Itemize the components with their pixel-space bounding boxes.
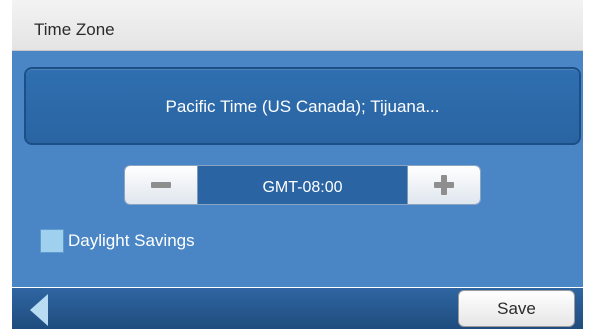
minus-icon: [151, 182, 171, 188]
increase-offset-button[interactable]: [407, 166, 480, 204]
save-button[interactable]: Save: [458, 290, 575, 327]
back-button[interactable]: [24, 290, 52, 329]
daylight-savings-option[interactable]: Daylight Savings: [40, 229, 195, 253]
back-arrow-icon: [30, 293, 48, 326]
page-title: Time Zone: [34, 20, 115, 39]
timezone-name: Pacific Time (US Canada); Tijuana...: [165, 97, 440, 116]
decrease-offset-button[interactable]: [125, 166, 198, 204]
timezone-selector[interactable]: Pacific Time (US Canada); Tijuana...: [24, 67, 581, 145]
side-strip: [583, 0, 597, 329]
daylight-savings-label: Daylight Savings: [68, 231, 195, 250]
title-bar: Time Zone: [12, 0, 583, 51]
gmt-offset-stepper: GMT-08:00: [124, 165, 481, 205]
daylight-savings-checkbox[interactable]: [40, 229, 64, 253]
gmt-offset-value: GMT-08:00: [262, 179, 343, 196]
plus-icon: [434, 175, 454, 195]
screen: Time Zone Pacific Time (US Canada); Tiju…: [0, 0, 597, 329]
